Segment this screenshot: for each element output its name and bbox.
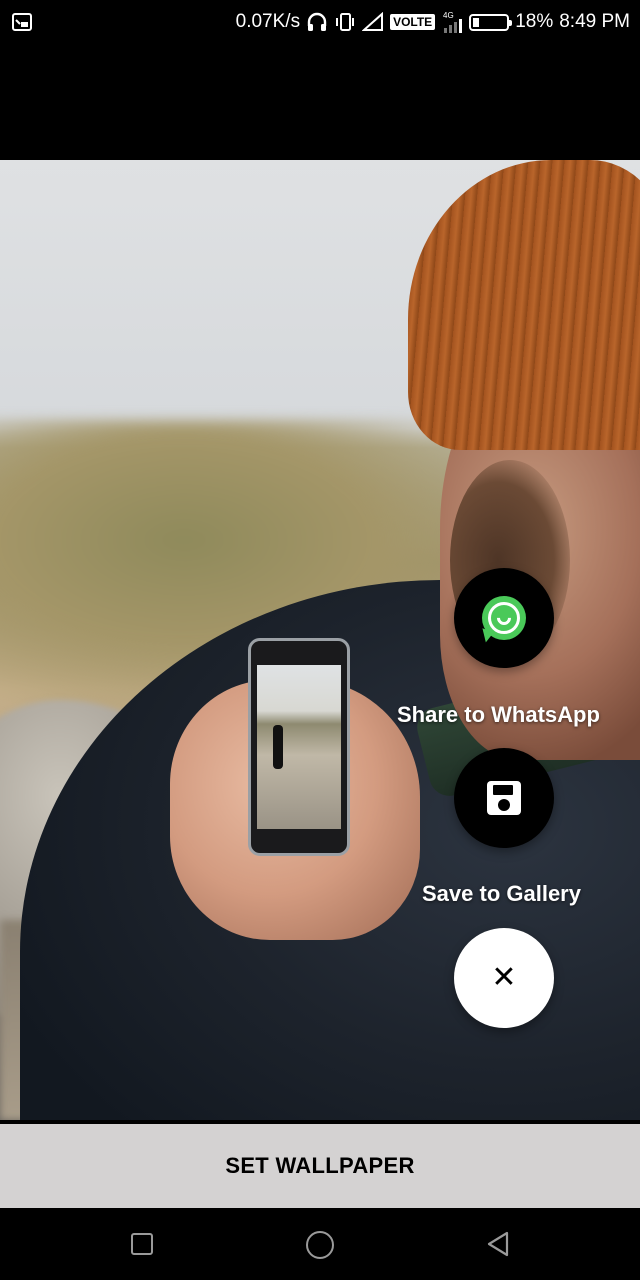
photo-phone-screen [257, 665, 341, 829]
save-gallery-label: Save to Gallery [422, 881, 581, 906]
home-circle-icon[interactable] [306, 1231, 334, 1259]
status-bar: 0.07K/s VOLTE 4G 18% 8:49 PM [0, 0, 640, 44]
close-icon: ✕ [491, 961, 517, 994]
navigation-bar [0, 1208, 640, 1280]
photo-phone [248, 638, 350, 856]
network-type-label: 4G [443, 11, 454, 20]
save-gallery-button[interactable] [454, 748, 554, 848]
photo-beanie [408, 160, 640, 450]
screencast-icon [12, 13, 32, 31]
whatsapp-icon [482, 596, 526, 640]
share-whatsapp-button[interactable] [454, 568, 554, 668]
set-wallpaper-button[interactable]: SET WALLPAPER [0, 1124, 640, 1208]
photo-walker [273, 725, 283, 769]
battery-percent: 18% [515, 11, 554, 32]
battery-level [473, 17, 480, 27]
volte-badge: VOLTE [390, 14, 436, 30]
signal-4g-icon: 4G [443, 11, 463, 33]
recents-square-icon[interactable] [131, 1233, 153, 1255]
floppy-disk-icon [487, 781, 521, 815]
vibrate-icon [336, 13, 355, 31]
top-spacer [0, 44, 640, 160]
signal-outline-icon [362, 12, 384, 31]
clock: 8:49 PM [559, 11, 630, 32]
back-triangle-icon[interactable] [484, 1230, 512, 1258]
share-whatsapp-label: Share to WhatsApp [397, 702, 600, 727]
network-speed: 0.07K/s [235, 11, 301, 32]
headphones-icon [307, 12, 327, 31]
battery-icon [469, 13, 513, 31]
close-menu-button[interactable]: ✕ [454, 928, 554, 1028]
